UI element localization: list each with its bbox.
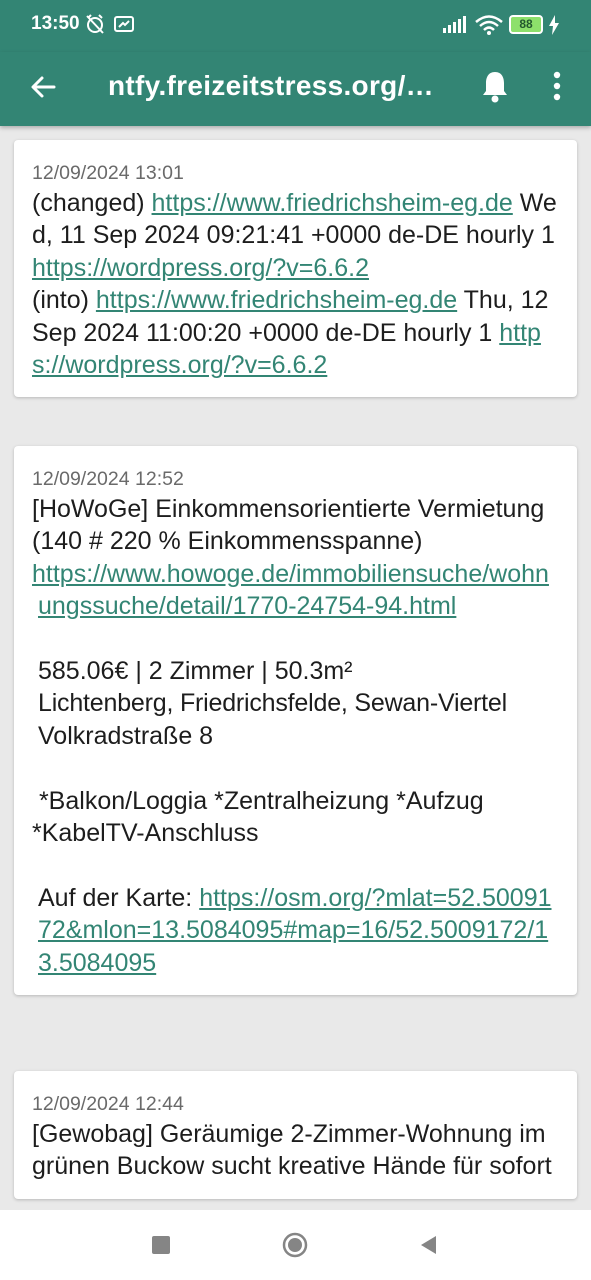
topic-title: ntfy.freizeitstress.org/… (108, 70, 434, 101)
change-line-new: (into) https://www.friedrichsheim-eg.de … (32, 284, 559, 381)
home-button[interactable] (282, 1232, 308, 1258)
friedrichsheim-link[interactable]: https://www.friedrichsheim-eg.de (152, 189, 513, 217)
friedrichsheim-link[interactable]: https://www.friedrichsheim-eg.de (96, 286, 457, 314)
change-line-old: (changed) https://www.friedrichsheim-eg.… (32, 187, 559, 284)
battery-icon: 88 (509, 15, 543, 34)
listing-headline: [Gewobag] Geräumige 2-Zimmer-Wohnung im … (32, 1120, 552, 1181)
wordpress-link[interactable]: https://wordpress.org/?v=6.6.2 (32, 254, 369, 282)
notification-card[interactable]: 12/09/2024 13:01 (changed) https://www.f… (14, 140, 577, 398)
notification-body: (changed) https://www.friedrichsheim-eg.… (32, 187, 559, 381)
listing-price-line: 585.06€ | 2 Zimmer | 50.3m² (38, 657, 353, 686)
signal-icon (443, 16, 466, 33)
listing-headline: [HoWoGe] Einkommensorientierte Vermietun… (32, 495, 545, 556)
notification-body: [Gewobag] Geräumige 2-Zimmer-Wohnung im … (32, 1118, 559, 1183)
howoge-listing-link[interactable]: https://www.howoge.de/immobiliensuche/wo… (32, 560, 549, 620)
bell-icon[interactable] (478, 68, 512, 104)
notification-date: 12/09/2024 12:52 (32, 468, 184, 490)
notification-body: [HoWoGe] Einkommensorientierte Vermietun… (32, 493, 559, 979)
app-bar: ntfy.freizeitstress.org/… (0, 52, 591, 126)
charging-bolt-icon (549, 15, 559, 35)
map-label: Auf der Karte: (38, 883, 200, 912)
wifi-icon (475, 15, 503, 35)
system-nav-bar (0, 1210, 591, 1280)
notification-date: 12/09/2024 12:44 (32, 1093, 184, 1115)
status-bar: 13:50 88 (0, 0, 591, 52)
arrow-back-icon[interactable] (26, 70, 60, 104)
change-prefix: (changed) (32, 189, 152, 217)
listing-street-line: Volkradstraße 8 (38, 721, 214, 750)
more-vert-icon[interactable] (547, 68, 567, 104)
change-prefix: (into) (32, 286, 96, 315)
notification-card[interactable]: 12/09/2024 12:44 [Gewobag] Geräumige 2-Z… (14, 1071, 577, 1199)
listing-features: *Balkon/Loggia *Zentralheizung *Aufzug *… (32, 786, 491, 848)
notification-date: 12/09/2024 13:01 (32, 162, 184, 184)
notification-list[interactable]: 12/09/2024 13:01 (changed) https://www.f… (0, 126, 591, 1210)
screen-mirror-icon (114, 16, 134, 32)
notification-card[interactable]: 12/09/2024 12:52 [HoWoGe] Einkommensorie… (14, 446, 577, 996)
recents-button[interactable] (152, 1236, 170, 1254)
status-time: 13:50 (31, 13, 80, 34)
back-button[interactable] (418, 1234, 438, 1256)
alarm-off-icon (86, 14, 104, 34)
battery-level: 88 (519, 17, 533, 31)
map-line: Auf der Karte: https://osm.org/?mlat=52.… (32, 882, 559, 979)
listing-district-line: Lichtenberg, Friedrichsfelde, Sewan-Vier… (38, 689, 507, 718)
